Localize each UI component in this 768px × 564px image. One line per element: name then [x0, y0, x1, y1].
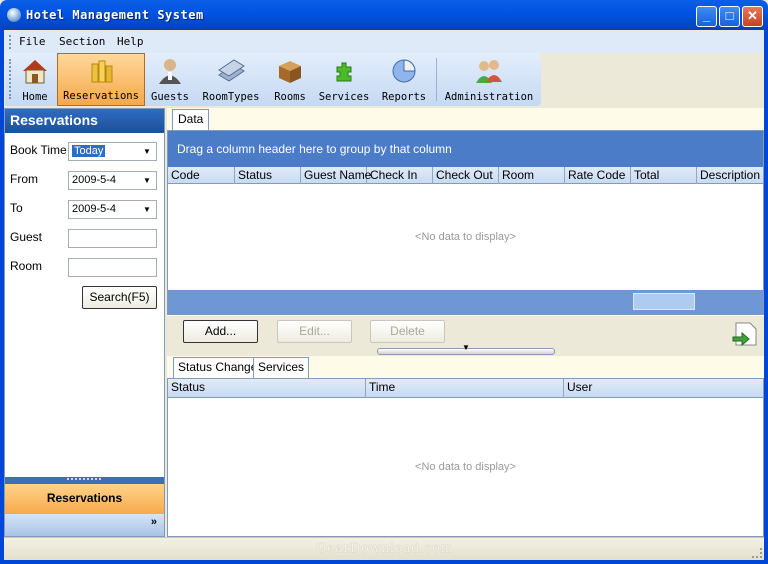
menu-section[interactable]: Section: [59, 35, 105, 48]
roomtypes-icon: [218, 59, 245, 82]
chevron-down-icon: ▼: [462, 343, 470, 352]
column-header-rate-code[interactable]: Rate Code: [565, 167, 631, 184]
reservations-icon: [91, 60, 113, 83]
to-date-value: 2009-5-4: [72, 203, 117, 215]
tab-status-change[interactable]: Status Change: [173, 357, 263, 378]
chevron-right-icon[interactable]: »: [151, 516, 157, 528]
toolbar: Home Reservations Guests RoomTypes Rooms…: [5, 53, 541, 106]
toolbar-administration-button[interactable]: Administration: [444, 53, 534, 106]
tab-data[interactable]: Data: [172, 109, 210, 130]
column-header-description[interactable]: Description: [697, 167, 763, 184]
add-button[interactable]: Add...: [183, 320, 258, 343]
column-header-status[interactable]: Status: [168, 379, 366, 398]
menu-grip: [9, 35, 11, 49]
to-label: To: [10, 201, 23, 215]
window-frame-bottom: [0, 560, 768, 564]
column-header-check-in[interactable]: Check In: [367, 167, 433, 184]
chevron-down-icon[interactable]: ▼: [139, 202, 155, 217]
detail-tabstrip: Status Change Services: [167, 356, 764, 378]
guests-icon: [159, 59, 181, 84]
toolbar-grip: [9, 59, 11, 99]
navbar-reservations-group[interactable]: Reservations: [5, 484, 164, 514]
export-icon[interactable]: [730, 320, 758, 348]
toolbar-guests-button[interactable]: Guests: [148, 53, 192, 106]
main-area: Data Drag a column header here to group …: [167, 108, 764, 537]
reservations-filter-panel: Reservations Book Time Today ▼ From 2009…: [4, 108, 165, 537]
reservations-grid: Drag a column header here to group by th…: [167, 130, 764, 315]
guest-input[interactable]: [68, 229, 157, 248]
total-summary-cell: [633, 293, 695, 310]
detail-header-row: Status Time User: [168, 379, 763, 398]
maximize-button[interactable]: □: [719, 6, 740, 27]
title-bar: Hotel Management System _ □ ✕: [0, 0, 768, 30]
toolbar-home-button[interactable]: Home: [15, 53, 55, 106]
navbar-splitter[interactable]: [5, 477, 164, 484]
resize-grip-icon[interactable]: [752, 548, 762, 558]
empty-grid-message: <No data to display>: [415, 231, 516, 243]
column-header-total[interactable]: Total: [631, 167, 697, 184]
column-header-room[interactable]: Room: [499, 167, 565, 184]
toolbar-rooms-button[interactable]: Rooms: [269, 53, 311, 106]
rooms-icon: [279, 61, 301, 83]
to-date-picker[interactable]: 2009-5-4 ▼: [68, 200, 157, 219]
grid-header-row: Code Status Guest Name Check In Check Ou…: [168, 167, 763, 184]
reports-icon: [392, 59, 416, 83]
column-header-time[interactable]: Time: [366, 379, 564, 398]
grid-footer: [168, 290, 763, 314]
column-header-status[interactable]: Status: [235, 167, 301, 184]
chevron-down-icon[interactable]: ▼: [139, 144, 155, 159]
status-bar: GearDownload.com: [4, 537, 764, 560]
menu-file[interactable]: File: [19, 35, 46, 48]
toolbar-services-button[interactable]: Services: [316, 53, 372, 106]
book-time-select[interactable]: Today ▼: [68, 142, 157, 161]
edit-button[interactable]: Edit...: [277, 320, 352, 343]
administration-icon: [476, 60, 502, 83]
services-icon: [336, 62, 352, 82]
watermark: GearDownload.com: [316, 541, 454, 556]
room-label: Room: [10, 259, 43, 273]
book-time-label: Book Time: [10, 143, 67, 157]
from-label: From: [10, 172, 38, 186]
detail-collapse-bar[interactable]: ▼: [377, 343, 555, 355]
tab-services[interactable]: Services: [253, 357, 310, 378]
home-icon: [23, 60, 47, 84]
from-date-picker[interactable]: 2009-5-4 ▼: [68, 171, 157, 190]
from-date-value: 2009-5-4: [72, 174, 117, 186]
splitter-grip-icon: [67, 478, 101, 481]
book-time-value: Today: [72, 145, 106, 157]
panel-title: Reservations: [5, 109, 164, 133]
chevron-down-icon[interactable]: ▼: [139, 173, 155, 188]
column-header-user[interactable]: User: [564, 379, 763, 398]
menu-help[interactable]: Help: [117, 35, 144, 48]
column-header-check-out[interactable]: Check Out: [433, 167, 499, 184]
close-button[interactable]: ✕: [742, 6, 763, 27]
toolbar-reports-button[interactable]: Reports: [379, 53, 429, 106]
toolbar-separator: [436, 58, 437, 101]
menu-bar: File Section Help: [5, 31, 763, 53]
column-header-guest-name[interactable]: Guest Name: [301, 167, 371, 184]
search-button[interactable]: Search(F5): [82, 286, 157, 309]
column-header-code[interactable]: Code: [168, 167, 235, 184]
minimize-button[interactable]: _: [696, 6, 717, 27]
window-frame-right: [764, 30, 768, 564]
window-title: Hotel Management System: [26, 8, 204, 22]
app-icon: [7, 8, 21, 22]
empty-grid-message: <No data to display>: [415, 461, 516, 473]
guest-label: Guest: [10, 230, 43, 244]
status-change-grid: Status Time User <No data to display>: [167, 378, 764, 537]
delete-button[interactable]: Delete: [370, 320, 445, 343]
group-by-panel[interactable]: Drag a column header here to group by th…: [168, 131, 763, 167]
toolbar-roomtypes-button[interactable]: RoomTypes: [201, 53, 261, 106]
navbar-overflow[interactable]: »: [5, 514, 164, 536]
action-bar: Add... Edit... Delete ▼: [167, 316, 764, 356]
data-tabstrip: Data: [167, 108, 764, 130]
toolbar-reservations-button[interactable]: Reservations: [57, 53, 145, 106]
room-input[interactable]: [68, 258, 157, 277]
